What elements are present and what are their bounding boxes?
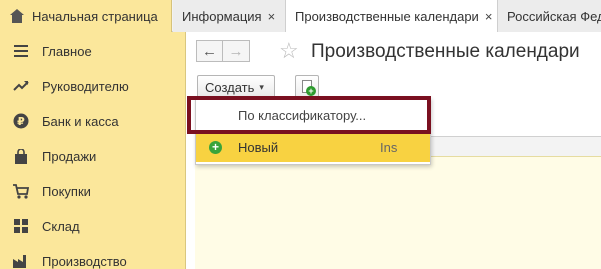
add-document-button[interactable]: +: [295, 75, 319, 99]
tab-production-calendars[interactable]: Производственные календари ×: [286, 0, 498, 33]
tab-russian-federation-label: Российская Фед: [507, 8, 601, 24]
sidebar-item-production[interactable]: Производство: [0, 244, 186, 269]
tab-russian-federation[interactable]: Российская Фед: [498, 0, 601, 32]
sidebar-item-label: Склад: [42, 218, 80, 234]
sidebar-item-label: Руководителю: [42, 78, 129, 94]
arrow-left-icon: ←: [202, 42, 217, 60]
page-title: Производственные календари: [311, 41, 580, 62]
menu-item-label: Новый: [238, 140, 279, 155]
menu-item-new[interactable]: + Новый Ins: [196, 133, 430, 162]
ruble-icon: ₽: [12, 112, 30, 130]
cart-icon: [12, 182, 30, 200]
plus-icon: +: [306, 86, 316, 96]
bag-icon: [12, 147, 30, 165]
sidebar-item-manager[interactable]: Руководителю: [0, 69, 186, 103]
sidebar-item-label: Продажи: [42, 148, 97, 164]
sidebar-item-label: Главное: [42, 43, 92, 59]
forward-button[interactable]: →: [223, 40, 250, 62]
plus-circle-icon: +: [209, 141, 222, 154]
trend-icon: [12, 77, 30, 95]
shortcut-label: Ins: [380, 140, 398, 155]
menu-item-label: По классификатору...: [238, 108, 367, 123]
menu-item-by-classifier[interactable]: По классификатору...: [196, 101, 430, 130]
create-button[interactable]: Создать ▾: [197, 75, 275, 99]
close-icon[interactable]: ×: [485, 9, 493, 24]
tab-information-label: Информация: [182, 8, 262, 24]
chevron-down-icon: ▾: [259, 81, 264, 92]
sidebar-item-main[interactable]: Главное: [0, 34, 186, 68]
sidebar-item-warehouse[interactable]: Склад: [0, 209, 186, 243]
back-button[interactable]: ←: [196, 40, 223, 62]
sidebar-item-sales[interactable]: Продажи: [0, 139, 186, 173]
home-icon: [10, 9, 24, 23]
tab-information[interactable]: Информация ×: [173, 0, 286, 32]
list-body[interactable]: [195, 156, 601, 269]
create-button-label: Создать: [205, 79, 255, 95]
star-icon[interactable]: ☆: [279, 40, 299, 62]
sidebar-item-label: Банк и касса: [42, 113, 119, 129]
tab-home-label: Начальная страница: [32, 8, 158, 24]
sidebar: Главное Руководителю ₽ Банк и касса Прод…: [0, 32, 186, 269]
svg-text:₽: ₽: [17, 115, 25, 128]
tab-bar: Начальная страница Информация × Производ…: [0, 0, 601, 33]
close-icon[interactable]: ×: [268, 9, 276, 24]
sidebar-item-bank[interactable]: ₽ Банк и касса: [0, 104, 186, 138]
history-nav: ← →: [196, 40, 250, 62]
warehouse-icon: [12, 217, 30, 235]
sidebar-item-purchases[interactable]: Покупки: [0, 174, 186, 208]
arrow-right-icon: →: [228, 42, 244, 60]
sidebar-item-label: Покупки: [42, 183, 91, 199]
factory-icon: [12, 252, 30, 269]
create-dropdown-menu: По классификатору... + Новый Ins: [195, 97, 431, 165]
sidebar-item-label: Производство: [42, 253, 127, 269]
tab-home[interactable]: Начальная страница: [0, 0, 172, 32]
tab-production-calendars-label: Производственные календари: [295, 9, 479, 24]
menu-icon: [12, 42, 30, 60]
